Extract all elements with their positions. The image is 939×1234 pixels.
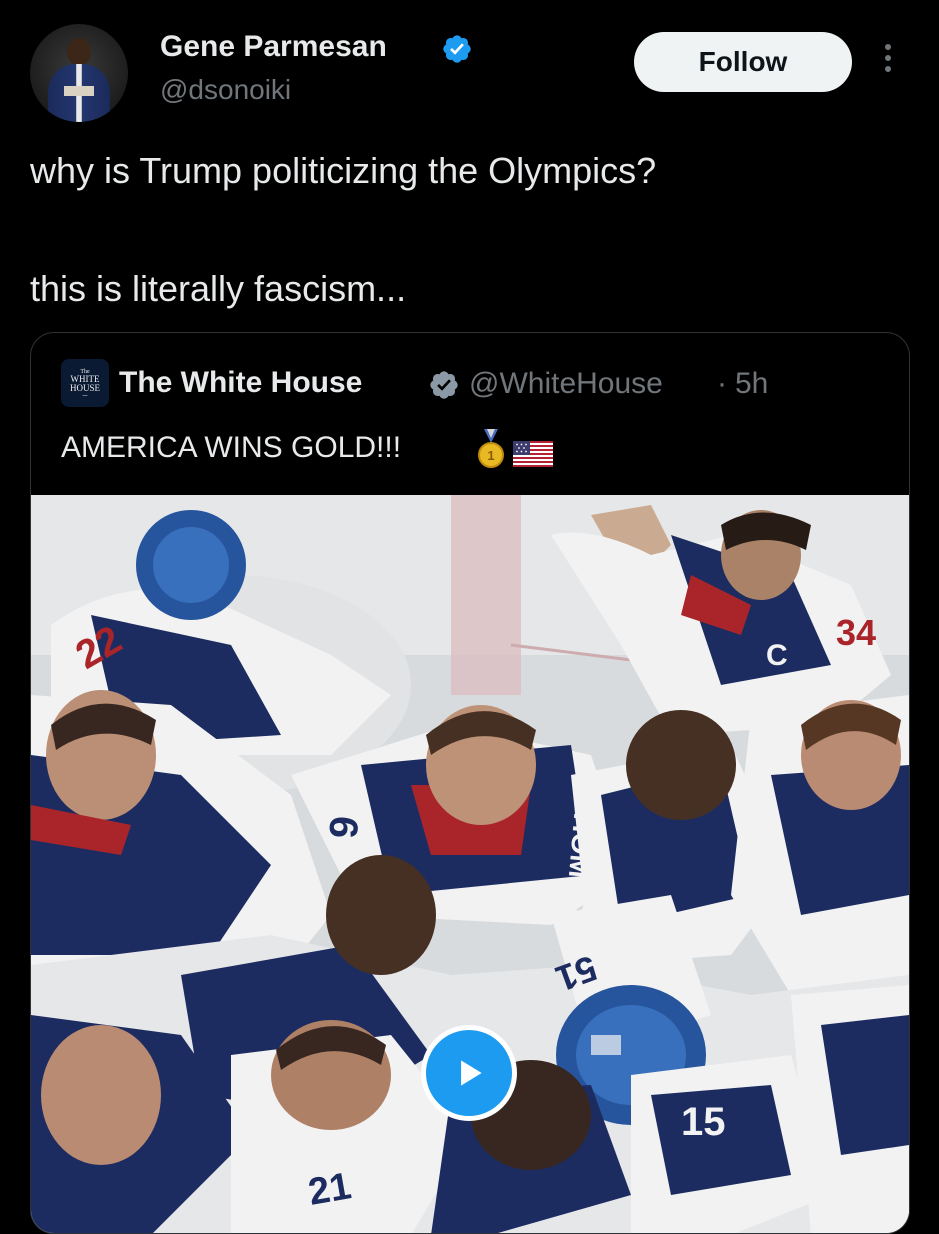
quoted-post-time[interactable]: 5h <box>735 367 768 401</box>
medal-icon: 1 <box>478 429 504 468</box>
video-player[interactable]: 22 34 C 32 6 THOMPSON 25 91 51 15 21 <box>31 495 909 1233</box>
follow-button[interactable]: Follow <box>634 32 852 92</box>
quoted-post-card[interactable]: The WHITE HOUSE ━━ The White House @Whit… <box>30 332 910 1234</box>
play-icon <box>461 1060 482 1086</box>
author-handle[interactable]: @dsonoiki <box>160 74 291 106</box>
more-options-icon[interactable] <box>880 44 896 80</box>
quoted-post-text: AMERICA WINS GOLD!!! <box>61 431 402 464</box>
video-thumbnail: 22 34 C 32 6 THOMPSON 25 91 51 15 21 <box>31 495 909 1233</box>
author-name[interactable]: Gene Parmesan <box>160 30 387 64</box>
avatar-nameplate <box>64 86 94 96</box>
separator-dot: · <box>717 367 727 400</box>
post-text-line-1: why is Trump politicizing the Olympics? <box>30 150 657 191</box>
post-text-line-2: this is literally fascism... <box>30 268 407 309</box>
gov-verified-badge-icon <box>430 371 458 399</box>
quoted-author-handle[interactable]: @WhiteHouse <box>469 367 663 401</box>
svg-text:1: 1 <box>487 448 494 463</box>
play-button[interactable] <box>421 1025 517 1121</box>
us-flag-icon <box>513 441 553 467</box>
white-house-logo-icon: The WHITE HOUSE ━━ <box>61 359 109 407</box>
avatar-head <box>67 38 91 66</box>
author-avatar[interactable] <box>30 24 128 122</box>
quoted-author-name[interactable]: The White House <box>119 366 362 400</box>
verified-badge-icon <box>443 35 471 63</box>
